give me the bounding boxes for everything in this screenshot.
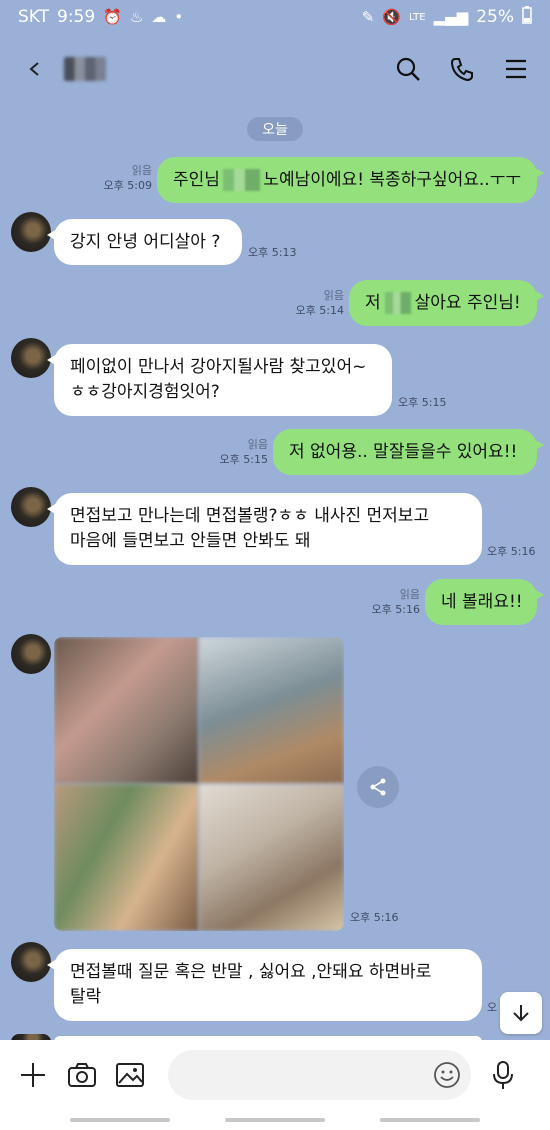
outgoing-message[interactable]: 저 살아요 주인님!: [349, 280, 544, 326]
avatar[interactable]: [11, 634, 51, 674]
censored-text: [384, 292, 411, 314]
notification-icon: ♨: [129, 8, 144, 26]
read-receipt: 읽음: [399, 588, 420, 601]
message-line: 면접볼때 질문 혹은 반말 , 싫어요 ,안돼요 하면바로: [70, 962, 432, 982]
incoming-message[interactable]: 면접볼때 질문 혹은 반말 , 싫어요 ,안돼요 하면바로 탈락: [47, 949, 482, 1021]
message-time: 오후 5:16: [350, 911, 399, 924]
message-line: ㅎㅎ강아지경험잇어?: [70, 382, 220, 402]
message-time: 오후 5:15: [398, 396, 447, 409]
emoji-icon[interactable]: [433, 1061, 461, 1089]
clock: 9:59: [57, 7, 96, 27]
message-text: 살아요 주인님!: [414, 292, 521, 313]
chat-header: [0, 34, 550, 104]
message-meta: 읽음 오후 5:16: [370, 587, 420, 617]
photo-tile: [199, 637, 344, 784]
network-label: LTE: [408, 11, 426, 23]
photo-tile: [54, 784, 199, 931]
photo-message-censored[interactable]: [54, 637, 344, 931]
message-time: 오후 5:16: [487, 545, 536, 558]
menu-button[interactable]: [502, 55, 530, 83]
nav-recent-button[interactable]: [70, 1118, 170, 1122]
message-time: 오후 5:09: [103, 179, 152, 192]
share-button[interactable]: [357, 766, 399, 808]
incoming-message[interactable]: 강지 안녕 어디살아 ?: [47, 219, 242, 265]
message-time: 오후 5:16: [371, 603, 420, 616]
battery-icon: [522, 5, 532, 29]
plus-icon: [21, 1063, 46, 1087]
outgoing-message[interactable]: 주인님 노예남이에요! 복종하구싶어요..ㅜㅜ: [157, 157, 544, 203]
incoming-message[interactable]: 페이없이 만나서 강아지될사람 찾고있어~ ㅎㅎ강아지경험잇어?: [47, 344, 392, 416]
message-text: 주인님: [173, 169, 220, 190]
message-line: 페이없이 만나서 강아지될사람 찾고있어~: [70, 357, 367, 377]
avatar[interactable]: [11, 487, 51, 527]
camera-button[interactable]: [65, 1057, 100, 1093]
date-separator: 오늘: [247, 117, 303, 141]
photo-tile: [199, 784, 344, 931]
message-meta: 읽음 오후 5:09: [100, 163, 152, 193]
message-text: 저 없어용.. 말잘들을수 있어요!!: [289, 441, 518, 462]
search-icon: [396, 57, 420, 81]
message-meta: 읽음 오후 5:15: [218, 437, 268, 467]
message-meta: 읽음 오후 5:14: [292, 288, 344, 318]
read-receipt: 읽음: [247, 438, 268, 451]
back-button[interactable]: [20, 54, 50, 84]
photo-tile: [54, 637, 199, 784]
carrier-label: SKT: [18, 7, 50, 27]
call-button[interactable]: [448, 55, 476, 83]
message-time: 오후 5:13: [248, 246, 297, 259]
message-text: 노예남이에요! 복종하구싶어요..ㅜㅜ: [263, 169, 521, 190]
image-icon: [116, 1063, 145, 1087]
phone-icon: [450, 58, 473, 82]
camera-icon: [67, 1063, 96, 1087]
read-receipt: 읽음: [131, 164, 152, 177]
message-line: 마음에 들면보고 안들면 안봐도 돼: [70, 531, 311, 551]
signal-icon: ▂▄▆: [433, 8, 469, 26]
outgoing-message[interactable]: 네 볼래요!!: [425, 579, 544, 625]
message-input[interactable]: [167, 1050, 472, 1100]
message-time: 오: [487, 1001, 498, 1014]
menu-icon: [506, 59, 526, 79]
read-receipt: 읽음: [323, 289, 344, 302]
arrow-down-icon: [513, 1005, 529, 1022]
mute-icon: 🔇: [382, 8, 401, 26]
status-bar: SKT 9:59 ⏰ ♨ ☁ • ✎ 🔇 LTE ▂▄▆ 25%: [0, 0, 550, 34]
censored-text: [222, 169, 261, 191]
message-text: 네 볼래요!!: [441, 591, 523, 612]
chat-partner-name-censored[interactable]: [64, 57, 106, 81]
message-time: 오후 5:14: [295, 304, 344, 317]
voice-button[interactable]: [485, 1057, 520, 1093]
nav-back-button[interactable]: [380, 1118, 480, 1122]
message-text: 강지 안녕 어디살아 ?: [70, 231, 221, 252]
message-line: 탈락: [70, 987, 102, 1007]
add-attachment-button[interactable]: [16, 1057, 51, 1093]
message-text: 저: [365, 292, 381, 313]
dot-icon: •: [174, 8, 184, 26]
search-button[interactable]: [394, 55, 422, 83]
pen-icon: ✎: [361, 8, 375, 26]
back-arrow-icon: [29, 62, 39, 76]
battery-label: 25%: [476, 7, 514, 27]
outgoing-message[interactable]: 저 없어용.. 말잘들을수 있어요!!: [273, 429, 544, 475]
share-icon: [370, 778, 386, 796]
gallery-button[interactable]: [113, 1057, 148, 1093]
cloud-icon: ☁: [151, 8, 167, 26]
avatar[interactable]: [11, 338, 51, 378]
avatar[interactable]: [11, 212, 51, 252]
incoming-message[interactable]: 면접보고 만나는데 면접볼랭?ㅎㅎ 내사진 먼저보고 마음에 들면보고 안들면 …: [47, 493, 482, 565]
message-line: 면접보고 만나는데 면접볼랭?ㅎㅎ 내사진 먼저보고: [70, 506, 430, 526]
scroll-to-bottom-button[interactable]: [500, 992, 542, 1034]
system-nav-bar: [0, 1110, 550, 1130]
message-time: 오후 5:15: [219, 453, 268, 466]
nav-home-button[interactable]: [225, 1118, 325, 1122]
message-input-bar: [0, 1040, 550, 1110]
microphone-icon: [492, 1061, 513, 1089]
avatar[interactable]: [11, 942, 51, 982]
alarm-icon: ⏰: [103, 8, 122, 26]
